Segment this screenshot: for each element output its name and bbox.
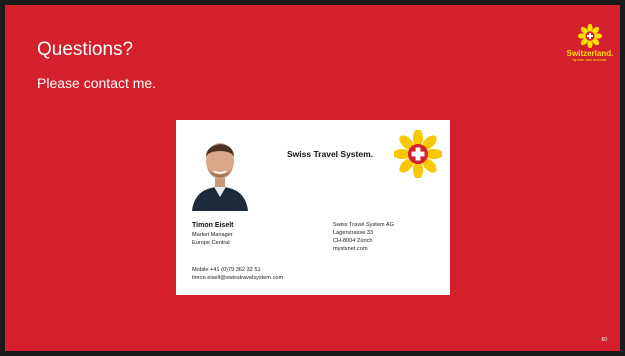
swiss-cross-flower-icon — [394, 130, 442, 178]
presentation-slide: Questions? Please contact me. Switzerlan… — [0, 0, 625, 356]
role-line: Europe Central — [192, 240, 230, 246]
brand-name: Switzerland. — [566, 49, 614, 58]
contact-name: Timon Eiselt — [192, 222, 234, 229]
contact-phone: Mobile +41 (0)79 362 32 51 — [192, 267, 261, 273]
company-address: Swiss Travel System AG Lagerstrasse 33 C… — [333, 221, 394, 253]
contact-details: Mobile +41 (0)79 362 32 51 timon.eiselt@… — [192, 266, 283, 282]
role-line: Market Manager — [192, 232, 233, 238]
business-card-image: Swiss Travel System. Timon Eiselt Market… — [176, 120, 450, 295]
contact-email: timon.eiselt@swisstravelsystem.com — [192, 275, 284, 281]
slide-title: Questions? — [37, 39, 134, 60]
page-number: 60 — [601, 337, 607, 343]
company-line: Lagerstrasse 33 — [333, 230, 374, 236]
alpine-flower-icon — [578, 24, 602, 48]
contact-role: Market Manager Europe Central — [192, 231, 233, 247]
company-line: mystsnet.com — [333, 246, 368, 252]
slide-subtitle: Please contact me. — [37, 75, 157, 91]
company-line: Swiss Travel System AG — [333, 222, 394, 228]
company-line: CH-8004 Zürich — [333, 238, 373, 244]
switzerland-brand-logo: Switzerland. by train, bus and boat. — [560, 24, 620, 84]
company-wordmark: Swiss Travel System. — [287, 149, 373, 159]
contact-photo — [186, 127, 254, 211]
brand-tagline: by train, bus and boat. — [572, 58, 608, 62]
